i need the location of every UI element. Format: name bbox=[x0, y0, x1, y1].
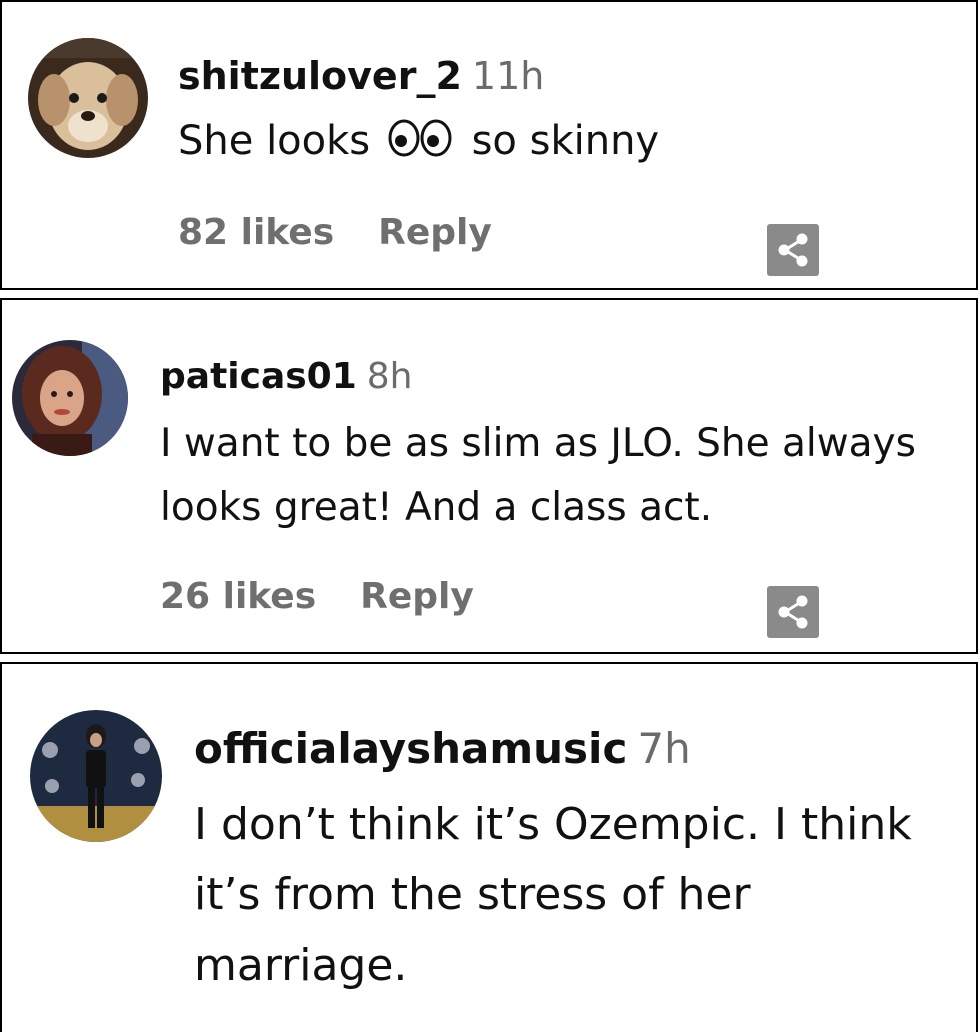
comment-text-part: She looks bbox=[178, 118, 371, 164]
likes-count[interactable]: 26 likes bbox=[160, 576, 316, 617]
reply-button[interactable]: Reply bbox=[378, 212, 492, 253]
avatar[interactable] bbox=[28, 38, 148, 158]
comment-card: officialayshamusic 7h I don’t think it’s … bbox=[0, 662, 978, 1032]
dog-avatar-image bbox=[28, 38, 148, 158]
username-text[interactable]: shitzulover_2 bbox=[178, 54, 462, 98]
comment-time: 7h bbox=[637, 724, 691, 773]
comment-text-part: so skinny bbox=[471, 118, 660, 164]
share-button[interactable] bbox=[767, 224, 819, 276]
avatar[interactable] bbox=[12, 340, 128, 456]
comment-username[interactable]: officialayshamusic 7h bbox=[194, 724, 691, 773]
username-text[interactable]: officialayshamusic bbox=[194, 724, 627, 773]
comment-username[interactable]: paticas01 8h bbox=[160, 356, 413, 397]
username-text[interactable]: paticas01 bbox=[160, 356, 357, 397]
comment-time: 8h bbox=[366, 356, 413, 397]
comment-card: paticas01 8h I want to be as slim as JLO.… bbox=[0, 298, 978, 654]
eyes-icon bbox=[387, 118, 453, 173]
share-button[interactable] bbox=[767, 586, 819, 638]
woman-avatar-image bbox=[12, 340, 128, 456]
avatar[interactable] bbox=[30, 710, 162, 842]
share-icon bbox=[778, 233, 808, 267]
comment-text: I want to be as slim as JLO. She always … bbox=[160, 421, 916, 531]
comment-time: 11h bbox=[471, 54, 545, 98]
comment-actions: 82 likes Reply bbox=[178, 212, 492, 253]
performer-avatar-image bbox=[30, 710, 162, 842]
likes-count[interactable]: 82 likes bbox=[178, 212, 334, 253]
comment-text: I don’t think it’s Ozempic. I think it’s… bbox=[194, 799, 912, 991]
comment-text: She looks so skinny bbox=[178, 114, 659, 173]
comment-card: shitzulover_2 11h She looks so skinny 82 … bbox=[0, 0, 978, 290]
share-icon bbox=[778, 595, 808, 629]
reply-button[interactable]: Reply bbox=[360, 576, 474, 617]
comment-actions: 26 likes Reply bbox=[160, 576, 474, 617]
comment-username[interactable]: shitzulover_2 11h bbox=[178, 54, 544, 98]
